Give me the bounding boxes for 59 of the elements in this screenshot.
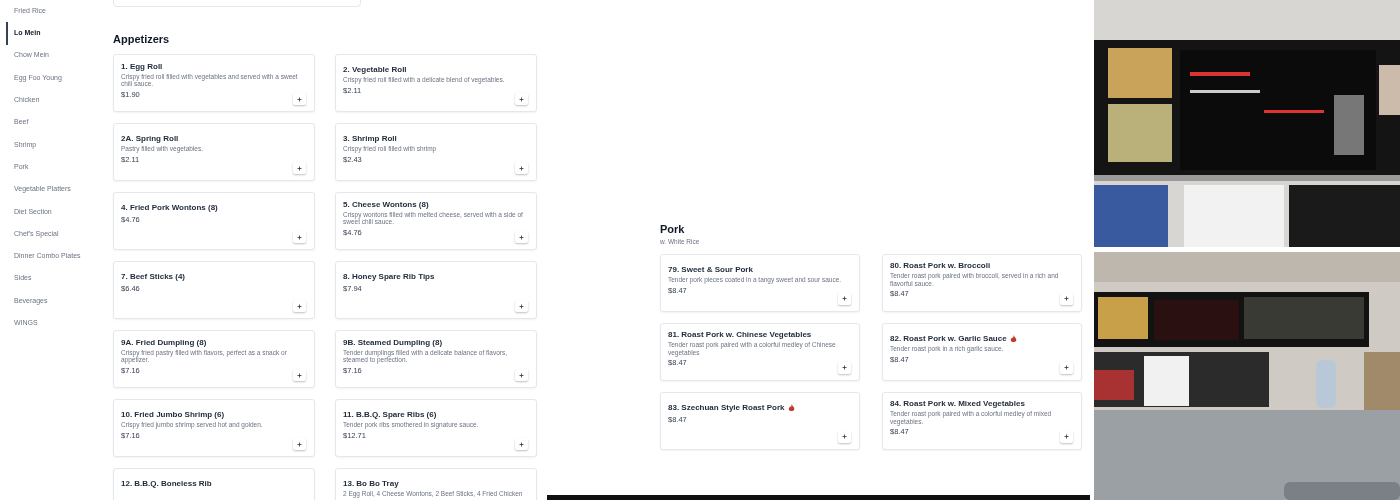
add-button[interactable] (515, 162, 528, 174)
section-heading: Appetizers (113, 32, 171, 46)
plus-icon (297, 165, 302, 171)
add-button[interactable] (293, 231, 306, 243)
item-name: 9B. Steamed Dumpling (8) (343, 336, 443, 348)
menu-card[interactable]: 12. B.B.Q. Boneless Rib (113, 468, 315, 500)
add-button[interactable] (1060, 361, 1073, 374)
plus-icon (842, 296, 847, 302)
plus-icon (519, 441, 524, 447)
add-button[interactable] (515, 438, 528, 450)
item-name: 5. Cheese Wontons (8) (343, 198, 429, 210)
item-name: 83. Szechuan Style Roast Pork (668, 401, 785, 413)
add-button[interactable] (293, 93, 306, 105)
plus-icon (519, 234, 524, 240)
item-name: 7. Beef Sticks (4) (121, 271, 186, 282)
plus-icon (1064, 296, 1069, 302)
add-button[interactable] (515, 93, 528, 105)
item-name: 10. Fried Jumbo Shrimp (6) (121, 409, 225, 421)
item-name: 4. Fried Pork Wontons (8) (121, 202, 218, 213)
plus-icon (519, 96, 524, 102)
item-name: 3. Shrimp Roll (343, 133, 397, 145)
add-button[interactable] (838, 361, 851, 374)
plus-icon (519, 165, 524, 171)
item-name: 2A. Spring Roll (121, 133, 179, 145)
item-name: 79. Sweet & Sour Pork (668, 264, 753, 275)
plus-icon (519, 372, 524, 378)
add-button[interactable] (838, 430, 851, 443)
plus-icon (297, 303, 302, 309)
add-button[interactable] (1060, 430, 1073, 443)
item-name: 82. Roast Pork w. Garlic Sauce (890, 333, 1007, 344)
plus-icon (297, 96, 302, 102)
plus-icon (519, 303, 524, 309)
add-button[interactable] (293, 369, 306, 381)
add-button[interactable] (293, 162, 306, 174)
item-name: 2. Vegetable Roll (343, 64, 407, 76)
plus-icon (1064, 434, 1069, 440)
section-heading: Pork (660, 222, 686, 236)
add-button[interactable] (515, 369, 528, 381)
item-name: 80. Roast Pork w. Broccoli (890, 260, 991, 272)
add-button[interactable] (293, 300, 306, 312)
plus-icon (297, 234, 302, 240)
item-name: 12. B.B.Q. Boneless Rib (121, 478, 212, 489)
plus-icon (297, 441, 302, 447)
plus-icon (297, 372, 302, 378)
item-name: 13. Bo Bo Tray (343, 478, 399, 489)
add-button[interactable] (293, 438, 306, 450)
item-name: 11. B.B.Q. Spare Ribs (6) (343, 409, 437, 421)
plus-icon (1064, 365, 1069, 371)
add-button[interactable] (515, 231, 528, 243)
item-name: 1. Egg Roll (121, 60, 163, 72)
plus-icon (842, 365, 847, 371)
add-button[interactable] (515, 300, 528, 312)
item-name: 84. Roast Pork w. Mixed Vegetables (890, 398, 1025, 410)
item-name: 81. Roast Pork w. Chinese Vegetables (668, 329, 812, 341)
add-button[interactable] (838, 292, 851, 305)
plus-icon (842, 434, 847, 440)
item-name: 8. Honey Spare Rib Tips (343, 271, 435, 282)
item-name: 9A. Fried Dumpling (8) (121, 336, 207, 348)
add-button[interactable] (1060, 292, 1073, 305)
